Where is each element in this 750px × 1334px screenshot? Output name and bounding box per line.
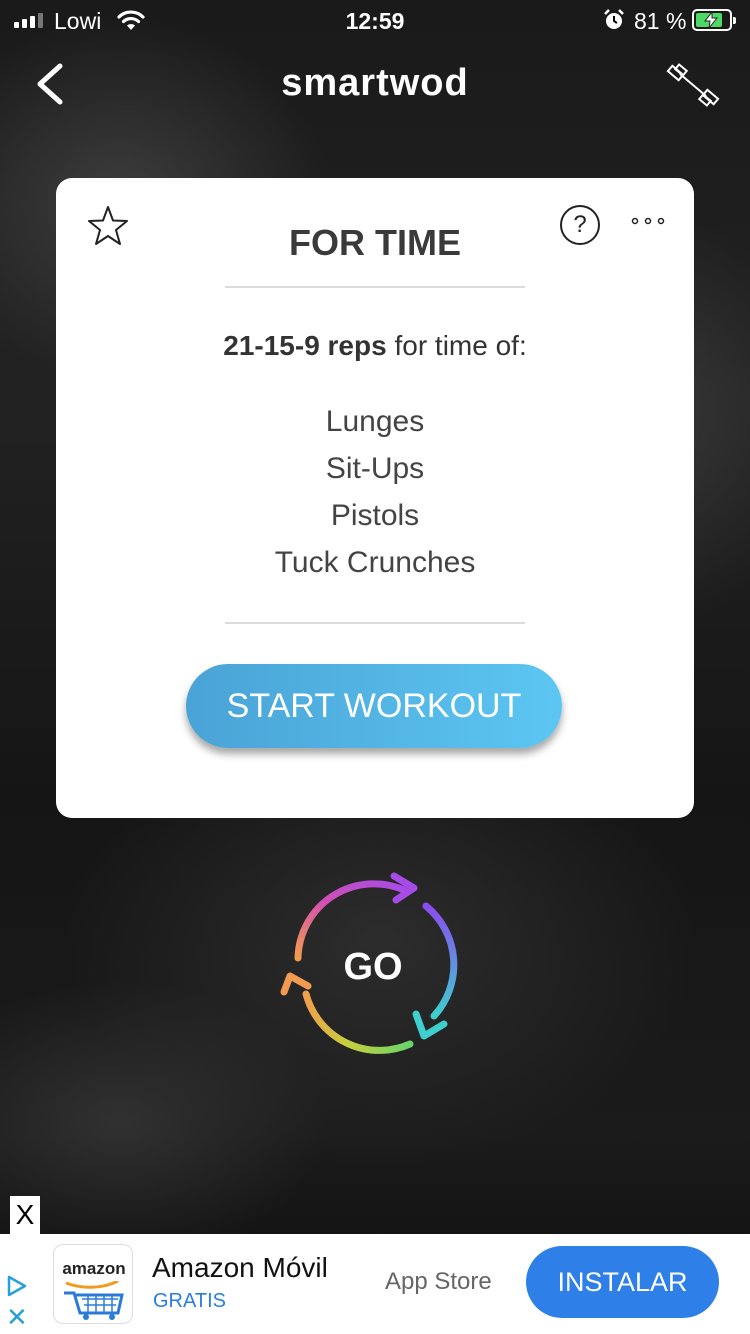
movement-item: Pistols (330, 499, 420, 532)
start-workout-button[interactable]: START WORKOUT (186, 664, 562, 748)
shopping-cart-icon (64, 1281, 124, 1320)
adchoices-close-icon[interactable]: ✕ (6, 1304, 28, 1330)
amazon-logo: amazon (53, 1244, 133, 1324)
dumbbell-icon[interactable] (666, 60, 720, 110)
workout-card: ? FOR TIME 21-15-9 reps for time of: Lun… (56, 178, 694, 818)
status-bar: Lowi 12:59 81 % (0, 0, 750, 44)
battery-percent: 81 % (634, 8, 687, 34)
divider (225, 622, 525, 624)
reps-scheme: 21-15-9 reps (223, 330, 387, 361)
go-label: GO (343, 946, 403, 988)
workout-type-title: FOR TIME (289, 222, 461, 263)
ad-price: GRATIS (153, 1290, 226, 1312)
movement-item: Lunges (325, 405, 425, 438)
install-button[interactable]: INSTALAR (526, 1246, 719, 1318)
logo-text: amazon (62, 1259, 126, 1278)
alarm-icon (604, 9, 624, 29)
description-suffix: for time of: (386, 330, 527, 361)
charging-bolt-icon (704, 12, 718, 28)
movement-item: Tuck Crunches (274, 546, 476, 579)
ad-close-button[interactable]: X (10, 1196, 40, 1234)
workout-description: 21-15-9 reps for time of: (56, 330, 694, 362)
go-button[interactable]: GO (276, 866, 470, 1060)
movement-list: Lunges Sit-Ups Pistols Tuck Crunches (56, 398, 694, 586)
ad-app-name: Amazon Móvil (152, 1252, 328, 1283)
ad-banner[interactable]: ✕ amazon Amazon Móvil GRATIS App Store I… (0, 1234, 750, 1334)
app-title: smartwod (281, 62, 469, 104)
divider (225, 286, 525, 288)
adchoices-play-icon[interactable] (6, 1274, 28, 1298)
battery-icon (692, 9, 736, 31)
movement-item: Sit-Ups (325, 452, 425, 485)
ad-store-name: App Store (385, 1268, 492, 1295)
